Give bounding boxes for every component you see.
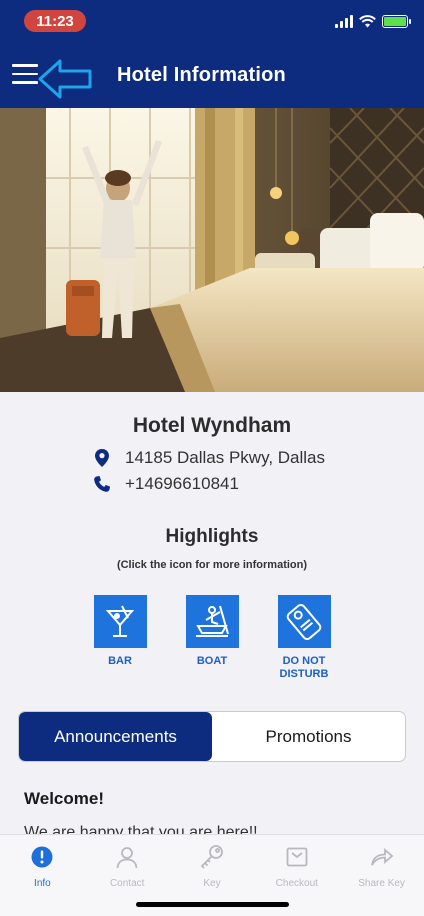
app-header: 11:23 Hotel Information [0, 0, 424, 108]
tabbar-label: Checkout [275, 878, 318, 889]
location-pin-icon [95, 449, 109, 467]
tab-promotions[interactable]: Promotions [212, 712, 405, 761]
phone-icon [94, 476, 110, 492]
home-indicator [136, 902, 289, 907]
announcement-heading: Welcome! [24, 789, 104, 808]
tabbar-label: Contact [109, 878, 145, 889]
highlights-subtitle: (Click the icon for more information) [116, 559, 308, 571]
info-icon [31, 846, 53, 868]
share-icon [370, 848, 393, 866]
tabbar-label: Info [34, 878, 51, 889]
phone-row[interactable]: +14696610841 [93, 474, 239, 494]
cocktail-icon[interactable] [93, 595, 147, 648]
content-segment-control: Announcements Promotions [18, 711, 406, 762]
wifi-icon [359, 14, 376, 27]
hotel-name: Hotel Wyndham [132, 414, 292, 437]
signal-icon [335, 14, 353, 28]
highlight-do-not-disturb[interactable]: DO NOT DISTURB [266, 595, 342, 681]
left-arrow-annotation-icon [38, 59, 92, 99]
tab-announcements[interactable]: Announcements [19, 712, 212, 761]
tabbar-item-share-key[interactable]: Share Key [339, 835, 424, 916]
highlight-bar[interactable]: BAR [82, 595, 158, 668]
hotel-address: 14185 Dallas Pkwy, Dallas [125, 448, 325, 467]
rowboat-icon[interactable] [185, 595, 239, 648]
tabbar-label: Share Key [358, 878, 405, 889]
highlights-title: Highlights [165, 526, 259, 547]
highlight-label: BOAT [196, 655, 228, 667]
page-title: Hotel Information [117, 64, 286, 86]
hotel-room-photo [0, 108, 424, 392]
highlight-label: BAR [108, 655, 132, 667]
status-time: 11:23 [24, 10, 86, 32]
battery-icon [382, 14, 411, 28]
address-row[interactable]: 14185 Dallas Pkwy, Dallas [93, 448, 325, 468]
hamburger-menu-button[interactable] [12, 64, 38, 90]
status-icons [335, 14, 411, 28]
key-icon [200, 845, 223, 869]
tabbar-label: Key [203, 878, 221, 889]
door-hanger-icon[interactable] [277, 595, 331, 648]
person-icon [116, 847, 138, 869]
hotel-phone: +14696610841 [125, 474, 239, 493]
highlight-boat[interactable]: BOAT [174, 595, 250, 668]
tabbar-item-info[interactable]: Info [0, 835, 85, 916]
highlight-label: DO NOT DISTURB [279, 655, 329, 680]
checkout-icon [286, 847, 308, 867]
